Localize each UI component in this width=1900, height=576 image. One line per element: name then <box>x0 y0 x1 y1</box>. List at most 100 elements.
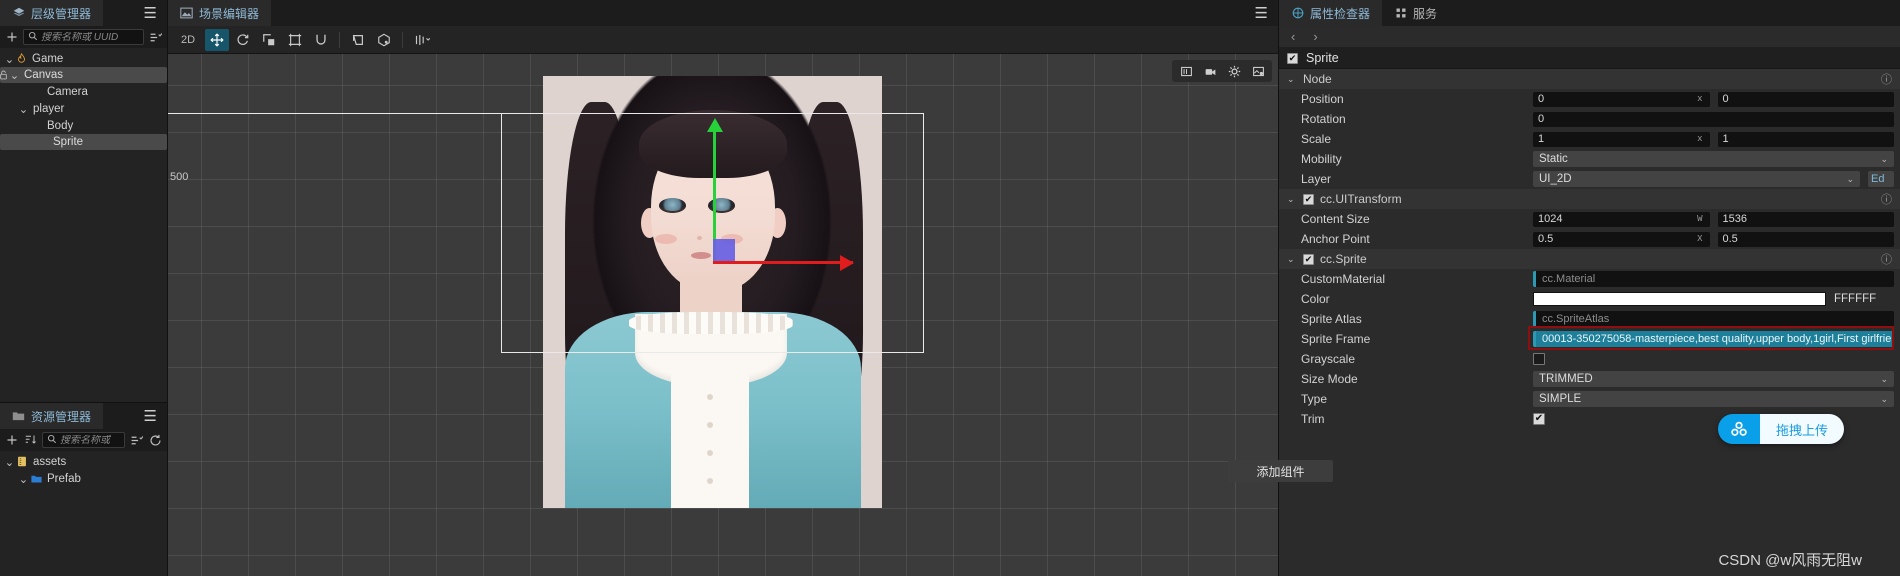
section-header-cc-sprite[interactable]: ⌄ ✔ cc.Sprite ⓘ <box>1279 249 1900 269</box>
chevron-down-icon[interactable]: ⌄ <box>1287 194 1297 205</box>
assets-tree[interactable]: ⌄ assets ⌄ Prefab <box>0 451 167 576</box>
scene-viewport[interactable]: 500 <box>168 54 1278 576</box>
chevron-down-icon[interactable]: ⌄ <box>9 70 20 82</box>
tree-node-body[interactable]: Body <box>0 117 167 134</box>
chevron-down-icon[interactable]: ⌄ <box>18 103 29 116</box>
tab-services[interactable]: 服务 <box>1382 0 1450 26</box>
property-input-x[interactable]: 0x <box>1533 91 1710 107</box>
tab-inspector[interactable]: 属性检查器 <box>1279 0 1383 26</box>
property-input[interactable]: 0 <box>1533 111 1894 127</box>
section-header-node[interactable]: ⌄ Node ⓘ <box>1279 69 1900 89</box>
left-column: 层级管理器 ☰ ⌄Game⌄CanvasCamera⌄playerB <box>0 0 168 576</box>
property-select[interactable]: UI_2D ⌄ <box>1533 171 1860 187</box>
add-node-button[interactable] <box>4 30 19 45</box>
rotate-tool-icon[interactable] <box>231 29 255 51</box>
tree-node-game[interactable]: ⌄ Game <box>0 50 167 67</box>
axis-label: W <box>1697 214 1703 224</box>
tab-inspector-label: 属性检查器 <box>1310 6 1371 21</box>
assets-search-input[interactable] <box>60 434 120 446</box>
property-row-sprite-frame: Sprite Frame 00013-350275058-masterpiece,… <box>1279 329 1900 349</box>
hierarchy-search-input[interactable] <box>41 31 139 43</box>
asset-field[interactable]: 00013-350275058-masterpiece,best quality… <box>1533 331 1894 347</box>
property-row-scale: Scale 1 x 1 <box>1279 129 1900 149</box>
property-input-x[interactable]: 0.5 X <box>1533 231 1710 247</box>
tab-scene-editor[interactable]: 场景编辑器 <box>168 0 272 26</box>
camera-icon[interactable] <box>1200 62 1220 80</box>
scale-tool-icon[interactable] <box>257 29 281 51</box>
mode-2d-button[interactable]: 2D <box>173 29 203 51</box>
property-row-color: Color FFFFFF <box>1279 289 1900 309</box>
tree-node-assets[interactable]: ⌄ assets <box>0 453 167 470</box>
inspector-tabbar: 属性检查器 服务 <box>1279 0 1900 26</box>
cube-tool-icon[interactable] <box>372 29 396 51</box>
property-input-y[interactable]: 0.5 <box>1717 231 1894 247</box>
node-enabled-checkbox[interactable]: ✔ <box>1287 52 1298 64</box>
property-checkbox[interactable]: ✔ <box>1533 413 1545 425</box>
property-input-x[interactable]: 1024 W <box>1533 211 1710 227</box>
tree-node-label: Game <box>32 52 64 65</box>
gizmo-x-axis[interactable] <box>713 261 853 264</box>
property-input-y[interactable]: 1 <box>1717 131 1894 147</box>
hierarchy-tree[interactable]: ⌄ Game ⌄ Canvas Camera ⌄ player Body Sprite <box>0 48 167 402</box>
screenshot-icon[interactable] <box>1248 62 1268 80</box>
tab-hierarchy[interactable]: 层级管理器 <box>0 0 104 26</box>
chevron-down-icon[interactable]: ⌄ <box>1287 254 1297 265</box>
add-asset-button[interactable] <box>4 433 19 448</box>
tab-hierarchy-label: 层级管理器 <box>31 6 92 21</box>
hierarchy-filter-button[interactable] <box>148 30 163 45</box>
view-mode-tool-icon[interactable] <box>409 29 439 51</box>
gizmo-x-arrow[interactable] <box>840 255 854 271</box>
nav-back-button[interactable]: ‹ <box>1291 29 1295 44</box>
tree-node-player[interactable]: ⌄ player <box>0 100 167 117</box>
magnet-tool-icon[interactable] <box>309 29 333 51</box>
tree-node-prefab[interactable]: ⌄ Prefab <box>0 470 167 487</box>
property-select[interactable]: Static ⌄ <box>1533 151 1894 167</box>
tab-assets[interactable]: 资源管理器 <box>0 403 104 429</box>
property-input-y[interactable]: 1536 <box>1717 211 1894 227</box>
scene-menu-button[interactable]: ☰ <box>1245 0 1278 26</box>
help-icon[interactable]: ⓘ <box>1881 191 1892 207</box>
edit-layer-button[interactable]: Ed <box>1868 171 1894 187</box>
section-header-cc-uitransform[interactable]: ⌄ ✔ cc.UITransform ⓘ <box>1279 189 1900 209</box>
property-row-mobility: Mobility Static ⌄ <box>1279 149 1900 169</box>
chevron-down-icon[interactable]: ⌄ <box>4 53 15 66</box>
asset-field[interactable]: cc.SpriteAtlas <box>1533 311 1894 327</box>
gear-icon[interactable] <box>1224 62 1244 80</box>
move-tool-icon[interactable] <box>205 28 229 51</box>
upload-button[interactable]: 拖拽上传 <box>1717 414 1844 444</box>
chevron-down-icon[interactable]: ⌄ <box>4 456 15 469</box>
sort-icon[interactable] <box>23 433 38 448</box>
asset-field[interactable]: cc.Material <box>1533 271 1894 287</box>
gizmo-tool-icon[interactable] <box>346 29 370 51</box>
tree-node-camera[interactable]: Camera <box>0 83 167 100</box>
property-input-y[interactable]: 0 <box>1717 91 1894 107</box>
rect-tool-icon[interactable] <box>283 29 307 51</box>
chevron-down-icon[interactable]: ⌄ <box>1287 74 1297 85</box>
tab-scene-editor-label: 场景编辑器 <box>199 6 260 21</box>
gizmo-xy-handle[interactable] <box>713 239 735 261</box>
chevron-down-icon[interactable]: ⌄ <box>18 473 29 486</box>
component-enabled-checkbox[interactable]: ✔ <box>1303 193 1314 205</box>
component-enabled-checkbox[interactable]: ✔ <box>1303 253 1314 265</box>
add-component-button[interactable]: 添加组件 <box>1228 460 1333 482</box>
refresh-icon[interactable] <box>148 433 163 448</box>
aspect-icon[interactable] <box>1176 62 1196 80</box>
hierarchy-menu-button[interactable]: ☰ <box>134 0 167 26</box>
gizmo-y-arrow[interactable] <box>707 118 723 132</box>
help-icon[interactable]: ⓘ <box>1881 251 1892 267</box>
assets-filter-button[interactable] <box>129 433 144 448</box>
tree-node-sprite[interactable]: Sprite <box>0 134 167 150</box>
property-checkbox[interactable] <box>1533 353 1545 365</box>
nav-forward-button[interactable]: › <box>1313 29 1317 44</box>
hierarchy-search[interactable] <box>23 29 144 45</box>
property-select[interactable]: SIMPLE ⌄ <box>1533 391 1894 407</box>
inspector-panel: 属性检查器 服务 ‹ › ✔ Sprite ⌄ Node ⓘ Position 0 x 0 R… <box>1228 0 1900 576</box>
tree-node-canvas[interactable]: ⌄ Canvas <box>0 67 167 83</box>
assets-search[interactable] <box>42 432 125 448</box>
assets-menu-button[interactable]: ☰ <box>134 403 167 429</box>
property-select[interactable]: TRIMMED ⌄ <box>1533 371 1894 387</box>
property-input-x[interactable]: 1x <box>1533 131 1710 147</box>
help-icon[interactable]: ⓘ <box>1881 71 1892 87</box>
color-swatch[interactable] <box>1533 292 1826 306</box>
lock-icon[interactable] <box>0 70 9 80</box>
